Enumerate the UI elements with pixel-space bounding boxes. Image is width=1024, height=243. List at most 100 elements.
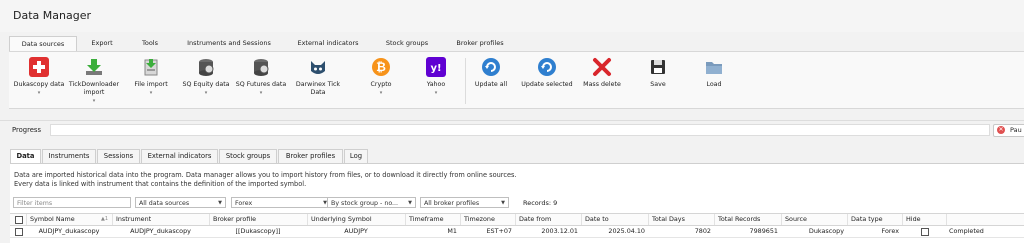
tab-broker-profiles[interactable]: Broker profiles [447, 36, 513, 51]
table-row[interactable]: AUDJPY_dukascopy AUDJPY_dukascopy [[Duka… [10, 226, 1024, 238]
col-date-to[interactable]: Date to [581, 214, 648, 225]
data-sources-select[interactable]: All data sources ▼ [135, 197, 226, 208]
col-timezone[interactable]: Timezone [460, 214, 515, 225]
tab-stock-groups[interactable]: Stock groups [378, 36, 436, 51]
progress-bar [50, 124, 990, 136]
filter-input[interactable]: Filter items [13, 197, 131, 208]
update-all-label: Update all [474, 81, 508, 88]
col-instrument[interactable]: Instrument [112, 214, 209, 225]
cell-timezone: EST+07 [486, 227, 513, 235]
header-select-all[interactable] [10, 214, 26, 225]
tab-instruments[interactable]: Instruments [42, 149, 96, 164]
darwinex-label: Darwinex Tick Data [295, 81, 341, 96]
mass-delete-button[interactable]: Mass delete [575, 57, 629, 89]
description: Data are imported historical data into t… [14, 171, 517, 189]
tab-data-sources[interactable]: Data sources [9, 36, 77, 52]
cell-date-to: 2025.04.10 [608, 227, 645, 235]
sq-equity-data-button[interactable]: SQ Equity data ▾ [179, 57, 233, 96]
tickdownloader-icon [84, 57, 104, 77]
hide-checkbox[interactable] [921, 228, 929, 236]
col-underlying-symbol[interactable]: Underlying Symbol [307, 214, 405, 225]
darwinex-icon [308, 57, 328, 77]
update-selected-label: Update selected [521, 81, 573, 88]
yahoo-button[interactable]: y! Yahoo ▾ [409, 57, 463, 96]
table-header: Symbol Name ▲1 Instrument Broker profile … [10, 213, 1024, 226]
pause-label: Pau [1010, 126, 1022, 134]
stock-group-select[interactable]: By stock group - no... ▼ [327, 197, 416, 208]
file-import-button[interactable]: File import ▾ [124, 57, 178, 96]
col-status [946, 214, 1024, 225]
sq-futures-data-label: SQ Futures data [235, 81, 287, 88]
broker-profiles-value: All broker profiles [424, 200, 480, 207]
delete-x-icon [592, 57, 612, 77]
cell-source: Dukascopy [808, 227, 844, 235]
tab-external-indicators[interactable]: External indicators [290, 36, 366, 51]
window-title: Data Manager [13, 9, 91, 22]
select-all-checkbox[interactable] [15, 216, 23, 224]
mass-delete-label: Mass delete [583, 81, 621, 88]
update-all-button[interactable]: Update all [464, 57, 518, 89]
tab-instruments-sessions[interactable]: Instruments and Sessions [182, 36, 276, 51]
col-hide[interactable]: Hide [902, 214, 946, 225]
col-symbol-name[interactable]: Symbol Name ▲1 [26, 214, 112, 225]
description-line-2: Every data is linked with instrument tha… [14, 180, 307, 188]
cell-data-type: Forex [881, 227, 899, 235]
cell-symbol-name: AUDJPY_dukascopy [38, 227, 100, 235]
yahoo-icon: y! [426, 57, 446, 77]
col-total-records[interactable]: Total Records [714, 214, 781, 225]
chevron-down-icon: ▾ [149, 90, 153, 96]
chevron-down-icon: ▼ [218, 200, 222, 206]
cell-instrument: AUDJPY_dukascopy [130, 227, 191, 235]
load-button[interactable]: Load [687, 57, 741, 89]
load-label: Load [706, 81, 722, 88]
tab-stock-groups-data[interactable]: Stock groups [219, 149, 277, 164]
tab-sessions[interactable]: Sessions [97, 149, 140, 164]
darwinex-tick-data-button[interactable]: Darwinex Tick Data [291, 57, 345, 97]
category-select[interactable]: Forex ▼ [231, 197, 331, 208]
cell-total-days: 7802 [694, 227, 711, 235]
crypto-label: Crypto [370, 81, 392, 88]
ribbon-toolbar: Dukascopy data ▾ TickDownloader import ▾… [9, 51, 1024, 109]
col-data-type[interactable]: Data type [847, 214, 902, 225]
ribbon-tabs: Data sources Export Tools Instruments an… [0, 36, 1024, 52]
sq-futures-data-button[interactable]: SQ Futures data ▾ [234, 57, 288, 96]
col-source[interactable]: Source [781, 214, 847, 225]
tab-tools[interactable]: Tools [130, 36, 170, 51]
svg-text:y!: y! [430, 63, 441, 74]
chevron-down-icon: ▾ [379, 90, 383, 96]
col-timeframe[interactable]: Timeframe [405, 214, 460, 225]
cell-broker-profile: [[Dukascopy]] [235, 227, 281, 235]
row-checkbox[interactable] [15, 228, 23, 236]
col-date-from[interactable]: Date from [515, 214, 581, 225]
cell-total-records: 7989651 [749, 227, 778, 235]
tab-external-indicators-data[interactable]: External indicators [141, 149, 218, 164]
tab-log[interactable]: Log [344, 149, 368, 164]
update-selected-button[interactable]: Update selected [518, 57, 576, 89]
cell-date-from: 2003.12.01 [541, 227, 578, 235]
sq-equity-data-label: SQ Equity data [182, 81, 230, 88]
tickdownloader-import-button[interactable]: TickDownloader import ▾ [67, 57, 121, 104]
svg-text:₿: ₿ [376, 60, 386, 74]
chevron-down-icon: ▼ [501, 200, 505, 206]
database-icon [251, 57, 271, 77]
col-broker-profile[interactable]: Broker profile [209, 214, 307, 225]
col-total-days[interactable]: Total Days [648, 214, 714, 225]
tab-export[interactable]: Export [80, 36, 124, 51]
refresh-icon [537, 57, 557, 77]
tab-broker-profiles-data[interactable]: Broker profiles [278, 149, 343, 164]
title-bar: Data Manager [0, 0, 1024, 32]
description-line-1: Data are imported historical data into t… [14, 171, 517, 179]
pause-button[interactable]: ✕ Pau [993, 124, 1024, 137]
save-button[interactable]: Save [631, 57, 685, 89]
dukascopy-data-button[interactable]: Dukascopy data ▾ [12, 57, 66, 96]
file-import-icon [141, 57, 161, 77]
chevron-down-icon: ▾ [204, 90, 208, 96]
save-label: Save [650, 81, 666, 88]
dukascopy-icon [29, 57, 49, 77]
bitcoin-icon: ₿ [371, 57, 391, 77]
data-panel: Data are imported historical data into t… [10, 163, 1024, 243]
broker-profiles-select[interactable]: All broker profiles ▼ [420, 197, 509, 208]
chevron-down-icon: ▾ [92, 98, 96, 104]
tab-data[interactable]: Data [10, 149, 41, 164]
crypto-button[interactable]: ₿ Crypto ▾ [354, 57, 408, 96]
